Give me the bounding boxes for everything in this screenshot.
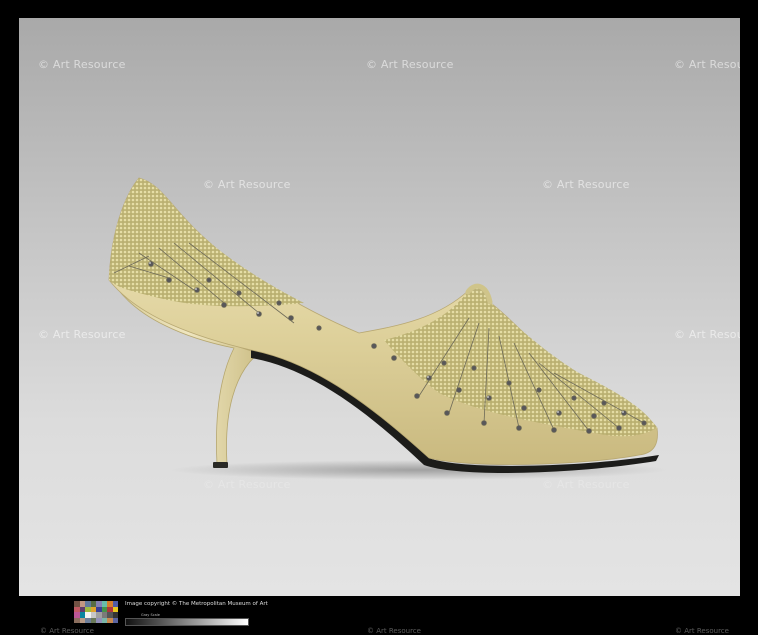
watermark: © Art Resource [40,627,94,635]
heel-tip [213,462,228,468]
watermark: © Art Resource [367,627,421,635]
watermark: © Art Resource [674,58,740,71]
watermark: © Art Resource [542,478,630,491]
shoe-illustration [108,177,669,480]
color-swatch [112,617,118,623]
photograph: © Art Resource © Art Resource © Art Reso… [19,18,740,596]
gray-scale-label: Gray Scale [141,613,160,617]
grayscale-strip [125,618,249,626]
watermark: © Art Resource [675,627,729,635]
color-checker-card [74,601,118,623]
watermark: © Art Resource [674,328,740,341]
watermark: © Art Resource [366,58,454,71]
watermark: © Art Resource [542,178,630,191]
watermark: © Art Resource [203,478,291,491]
watermark: © Art Resource [38,58,126,71]
watermark: © Art Resource [203,178,291,191]
watermark: © Art Resource [38,328,126,341]
beaded-heel-counter [109,178,304,307]
copyright-text: Image copyright © The Metropolitan Museu… [125,601,268,607]
